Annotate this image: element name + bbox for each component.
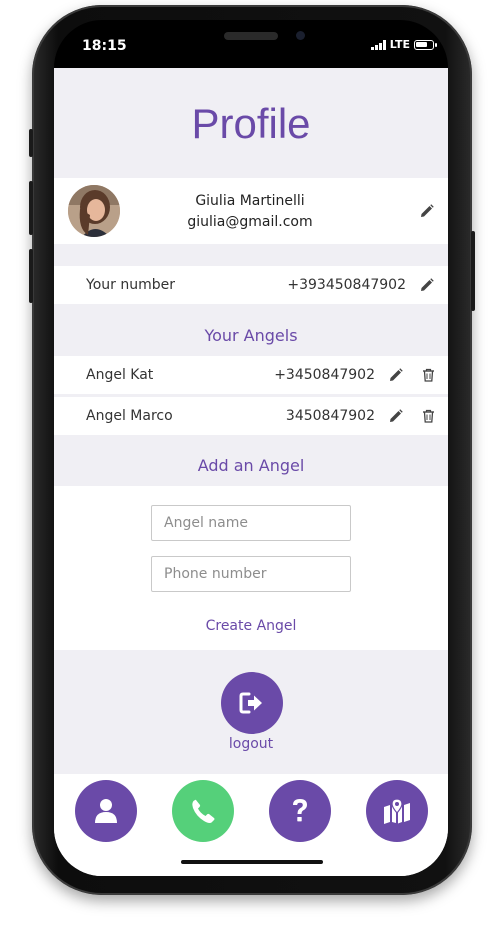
home-indicator[interactable] bbox=[181, 860, 323, 864]
delete-angel-icon[interactable] bbox=[422, 409, 436, 423]
bottom-nav bbox=[54, 774, 448, 876]
phone-icon bbox=[192, 799, 215, 823]
your-number-value: +393450847902 bbox=[287, 277, 406, 293]
your-number-label: Your number bbox=[86, 277, 175, 293]
page-title: Profile bbox=[191, 100, 311, 147]
your-angels-title: Your Angels bbox=[204, 326, 298, 345]
edit-angel-icon[interactable] bbox=[389, 368, 403, 382]
profile-nav-button[interactable] bbox=[75, 780, 137, 842]
angel-name: Angel Marco bbox=[86, 408, 173, 424]
profile-card: Giulia Martinelli giulia@gmail.com bbox=[54, 178, 448, 244]
angel-phone: 3450847902 bbox=[285, 408, 375, 424]
volume-down-button bbox=[29, 249, 33, 303]
your-number-row: Your number +393450847902 bbox=[54, 266, 448, 304]
call-nav-button[interactable] bbox=[172, 780, 234, 842]
logout-button[interactable] bbox=[221, 672, 283, 734]
edit-number-icon[interactable] bbox=[420, 278, 434, 292]
delete-angel-icon[interactable] bbox=[422, 368, 436, 382]
profile-screen: Profile Giulia Martinelli giulia@gmail.c… bbox=[54, 68, 448, 876]
add-angel-title: Add an Angel bbox=[197, 456, 305, 475]
edit-profile-icon[interactable] bbox=[420, 203, 434, 217]
earpiece-speaker bbox=[224, 32, 278, 40]
mute-switch bbox=[29, 129, 33, 157]
status-bar: 18:15 LTE bbox=[54, 20, 448, 68]
signal-icon bbox=[370, 39, 386, 50]
question-icon bbox=[293, 799, 307, 822]
angel-row: Angel Marco 3450847902 bbox=[54, 397, 448, 435]
volume-up-button bbox=[29, 181, 33, 235]
angel-name: Angel Kat bbox=[86, 367, 154, 383]
edit-angel-icon[interactable] bbox=[389, 409, 403, 423]
profile-email: giulia@gmail.com bbox=[187, 214, 313, 230]
front-camera bbox=[296, 31, 305, 40]
angel-name-input[interactable] bbox=[151, 505, 351, 541]
battery-icon bbox=[414, 39, 437, 50]
logout-label[interactable]: logout bbox=[54, 736, 448, 752]
map-marker-icon bbox=[384, 798, 410, 824]
status-time: 18:15 bbox=[82, 38, 127, 54]
status-indicators: LTE bbox=[370, 38, 437, 51]
user-icon bbox=[95, 799, 117, 823]
create-angel-button[interactable]: Create Angel bbox=[54, 618, 448, 634]
phone-screen: 18:15 LTE Profile Giulia Martinelli giul… bbox=[54, 20, 448, 876]
map-nav-button[interactable] bbox=[366, 780, 428, 842]
avatar bbox=[68, 185, 120, 237]
network-label: LTE bbox=[389, 38, 410, 51]
angel-row: Angel Kat +3450847902 bbox=[54, 356, 448, 394]
angel-phone: +3450847902 bbox=[274, 367, 375, 383]
power-button bbox=[471, 231, 475, 311]
logout-icon bbox=[239, 692, 262, 714]
add-angel-form: Create Angel bbox=[54, 486, 448, 650]
profile-name: Giulia Martinelli bbox=[195, 193, 305, 209]
phone-number-input[interactable] bbox=[151, 556, 351, 592]
help-nav-button[interactable] bbox=[269, 780, 331, 842]
